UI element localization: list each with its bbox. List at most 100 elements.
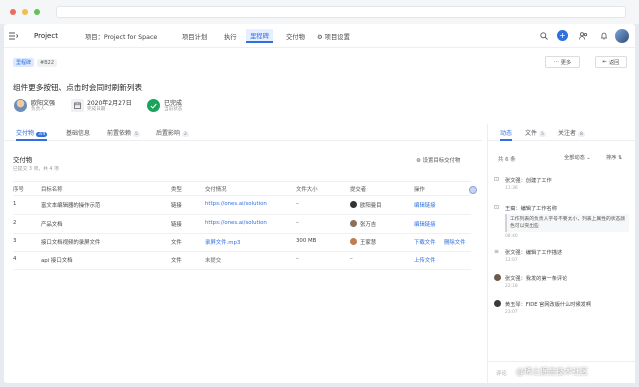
- activity-text: 张文强：编辑了工作描述: [505, 250, 563, 256]
- activity-detail: 工作列表的负责人字号不要太小，列表上属性的状态颜色可以突出些: [505, 214, 629, 232]
- user-avatar[interactable]: [615, 29, 629, 43]
- avatar: [494, 274, 501, 281]
- tab-predecessors[interactable]: 前置依赖 5: [107, 128, 140, 137]
- calendar-icon: [71, 99, 84, 112]
- gear-icon: ⚙: [317, 34, 323, 41]
- set-target-deliverables-button[interactable]: ⚙ 设置目标交付物: [416, 156, 460, 164]
- page-title: 组件更多按钮、点击时会同时刷新列表: [13, 83, 143, 92]
- row-size: –: [296, 220, 299, 226]
- back-icon: ⇤: [602, 59, 607, 65]
- tab-plan[interactable]: 项目计划: [182, 32, 207, 41]
- tab-basic-info[interactable]: 基础信息: [66, 128, 90, 137]
- edit-link-button[interactable]: 编辑链接: [414, 201, 436, 209]
- comment-input[interactable]: 评论: [496, 369, 507, 377]
- tab-followers[interactable]: 关注者 8: [558, 128, 585, 137]
- activity-text: 黄玉琴：FIDE 官网改版什么时候发啊: [505, 302, 592, 308]
- row-no: 3: [13, 238, 17, 244]
- more-button[interactable]: ··· 更多: [545, 56, 580, 68]
- add-icon[interactable]: +: [557, 30, 568, 41]
- tab-deliverable-count: 3/4: [36, 132, 48, 137]
- tab-successors[interactable]: 后置影响 2: [156, 128, 189, 137]
- row-submitter: 王家慧: [360, 240, 377, 246]
- owner-label: 负责人: [31, 107, 45, 112]
- activity-filter[interactable]: 全部动态 ⌄: [564, 154, 591, 161]
- deliverables-subtitle: 已提交 3 项，共 4 项: [13, 167, 59, 172]
- edit-icon: ≡: [494, 248, 500, 255]
- sort-button[interactable]: 排序 ⇅: [606, 154, 622, 161]
- activity-text: 张文强：我发的第一条评论: [505, 276, 568, 282]
- activity-time: 11:36: [505, 186, 518, 191]
- row-submitter: –: [350, 256, 353, 262]
- tab-milestone[interactable]: 里程碑: [246, 29, 273, 43]
- menu-collapse-icon[interactable]: [8, 30, 19, 41]
- tab-execute[interactable]: 执行: [224, 32, 237, 41]
- row-delivery-status: 未提交: [205, 258, 222, 264]
- upload-file-button[interactable]: 上传文件: [414, 256, 436, 264]
- browser-chrome: [0, 0, 639, 24]
- bell-icon[interactable]: [598, 30, 609, 41]
- activity-panel: 动态 文件 5 关注者 8 共 6 条 全部动态 ⌄ 排序 ⇅ ⊡ 张文强：创建了工…: [487, 124, 635, 383]
- row-name: 接口文档视频的录屏文件: [41, 240, 101, 246]
- avatar: [350, 238, 357, 245]
- search-icon[interactable]: [538, 30, 549, 41]
- members-icon[interactable]: [578, 30, 589, 41]
- check-icon: [147, 99, 160, 112]
- gear-icon: ⚙: [416, 158, 421, 164]
- row-type: 链接: [171, 203, 182, 209]
- row-delivery-link[interactable]: https://ones.ai/solution: [205, 201, 267, 207]
- top-navigation: Project 项目：Project for Space 项目计划 执行 里程碑…: [4, 24, 635, 48]
- row-delivery-file[interactable]: 录屏文件.mp3: [205, 238, 240, 246]
- activity-time: 08:40: [505, 234, 518, 239]
- activity-time: 23:07: [505, 310, 518, 315]
- delete-file-button[interactable]: 删除文件: [444, 238, 466, 246]
- tab-followers-label: 关注者: [558, 130, 577, 137]
- column-toggle-icon[interactable]: [469, 186, 477, 194]
- minimize-window-icon[interactable]: [22, 9, 28, 15]
- activity-time: 22:18: [505, 284, 518, 289]
- tab-successors-count: 2: [182, 132, 189, 137]
- due-date-label: 完成日期: [87, 107, 106, 112]
- tab-successors-label: 后置影响: [156, 130, 181, 137]
- sort-label: 排序: [606, 155, 617, 161]
- avatar: [350, 220, 357, 227]
- tab-predecessors-count: 5: [133, 132, 140, 137]
- row-divider: [13, 233, 471, 234]
- tab-followers-count: 8: [578, 132, 585, 137]
- col-name: 目标名称: [41, 187, 63, 193]
- tab-files[interactable]: 文件 5: [525, 128, 546, 137]
- activity-filter-label: 全部动态: [564, 155, 585, 161]
- col-submitter: 提交者: [350, 187, 367, 193]
- tab-deliverables[interactable]: 交付物: [286, 32, 305, 41]
- row-divider: [13, 251, 471, 252]
- row-delivery-link[interactable]: https://ones.ai/solution: [205, 220, 267, 226]
- row-divider: [13, 214, 471, 215]
- tab-activity[interactable]: 动态: [500, 128, 513, 141]
- deliverables-title: 交付物: [13, 156, 33, 164]
- tab-files-count: 5: [539, 132, 546, 137]
- project-name[interactable]: Project: [34, 32, 58, 40]
- tab-project[interactable]: 项目：Project for Space: [85, 32, 157, 41]
- back-label: 返回: [608, 59, 620, 66]
- download-file-button[interactable]: 下载文件: [414, 238, 436, 246]
- row-size: 300 MB: [296, 238, 317, 244]
- close-window-icon[interactable]: [10, 9, 16, 15]
- edit-link-button[interactable]: 编辑链接: [414, 220, 436, 228]
- activity-text: 张文强：创建了工作: [505, 178, 552, 184]
- owner-avatar: [14, 99, 27, 112]
- row-name: 产品文档: [41, 222, 63, 228]
- col-actions: 操作: [414, 187, 425, 193]
- watermark: @稀土掘金技术社区: [516, 367, 588, 376]
- row-divider: [13, 195, 471, 196]
- more-label: 更多: [560, 59, 572, 66]
- activity-total: 共 6 条: [498, 157, 516, 163]
- tab-deliverable-label: 交付物: [16, 130, 35, 137]
- address-bar[interactable]: [56, 6, 626, 18]
- maximize-window-icon[interactable]: [34, 9, 40, 15]
- tab-settings[interactable]: ⚙ 项目设置: [317, 32, 350, 41]
- tab-deliverable[interactable]: 交付物 3/4: [16, 128, 48, 141]
- col-size: 文件大小: [296, 187, 318, 193]
- row-no: 4: [13, 256, 17, 262]
- back-button[interactable]: ⇤ 返回: [595, 56, 627, 68]
- activity-tabs: 动态 文件 5 关注者 8: [488, 124, 635, 141]
- edit-icon: ⊡: [494, 204, 500, 211]
